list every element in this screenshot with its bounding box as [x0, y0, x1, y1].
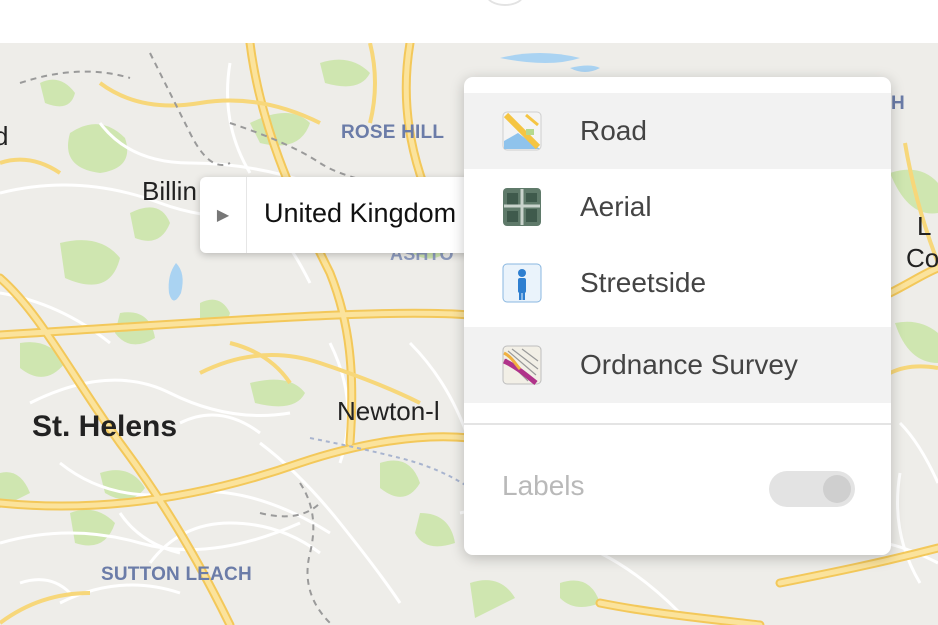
labels-toggle-knob	[823, 475, 851, 503]
map-type-road-label: Road	[580, 115, 647, 146]
top-handle[interactable]	[486, 0, 524, 6]
menu-divider	[464, 423, 891, 425]
map-type-aerial[interactable]: Aerial	[464, 169, 891, 245]
place-edge-d: d	[0, 121, 9, 151]
streetside-person-icon	[502, 263, 542, 303]
place-edge-l: L	[917, 211, 932, 241]
place-billinge: Billin	[142, 176, 197, 206]
place-st-helens: St. Helens	[32, 410, 178, 443]
place-edge-h: H	[891, 93, 905, 114]
map-type-menu: Road Aerial Streetside Ordnance Survey L…	[464, 77, 891, 555]
map-type-streetside-label: Streetside	[580, 267, 707, 298]
top-bar	[0, 0, 938, 43]
location-breadcrumb[interactable]: ▶ United Kingdom	[200, 177, 500, 253]
labels-toggle-label: Labels	[502, 470, 585, 501]
map-type-ordnance-survey[interactable]: Ordnance Survey	[464, 327, 891, 403]
place-rose-hill: ROSE HILL	[341, 122, 445, 143]
map-type-road[interactable]: Road	[464, 93, 891, 169]
labels-toggle[interactable]	[769, 471, 855, 507]
breadcrumb-country[interactable]: United Kingdom	[264, 198, 456, 229]
map-type-streetside[interactable]: Streetside	[464, 245, 891, 321]
map-type-aerial-label: Aerial	[580, 191, 652, 222]
ordnance-survey-icon	[502, 345, 542, 385]
road-map-icon	[502, 111, 542, 151]
aerial-icon	[502, 187, 542, 227]
place-sutton-leach: SUTTON LEACH	[101, 564, 252, 585]
map-type-ordnance-survey-label: Ordnance Survey	[580, 349, 798, 380]
place-newton: Newton-l	[337, 396, 440, 426]
place-edge-co: Co	[906, 243, 938, 273]
expand-arrow-icon[interactable]: ▶	[200, 177, 247, 253]
